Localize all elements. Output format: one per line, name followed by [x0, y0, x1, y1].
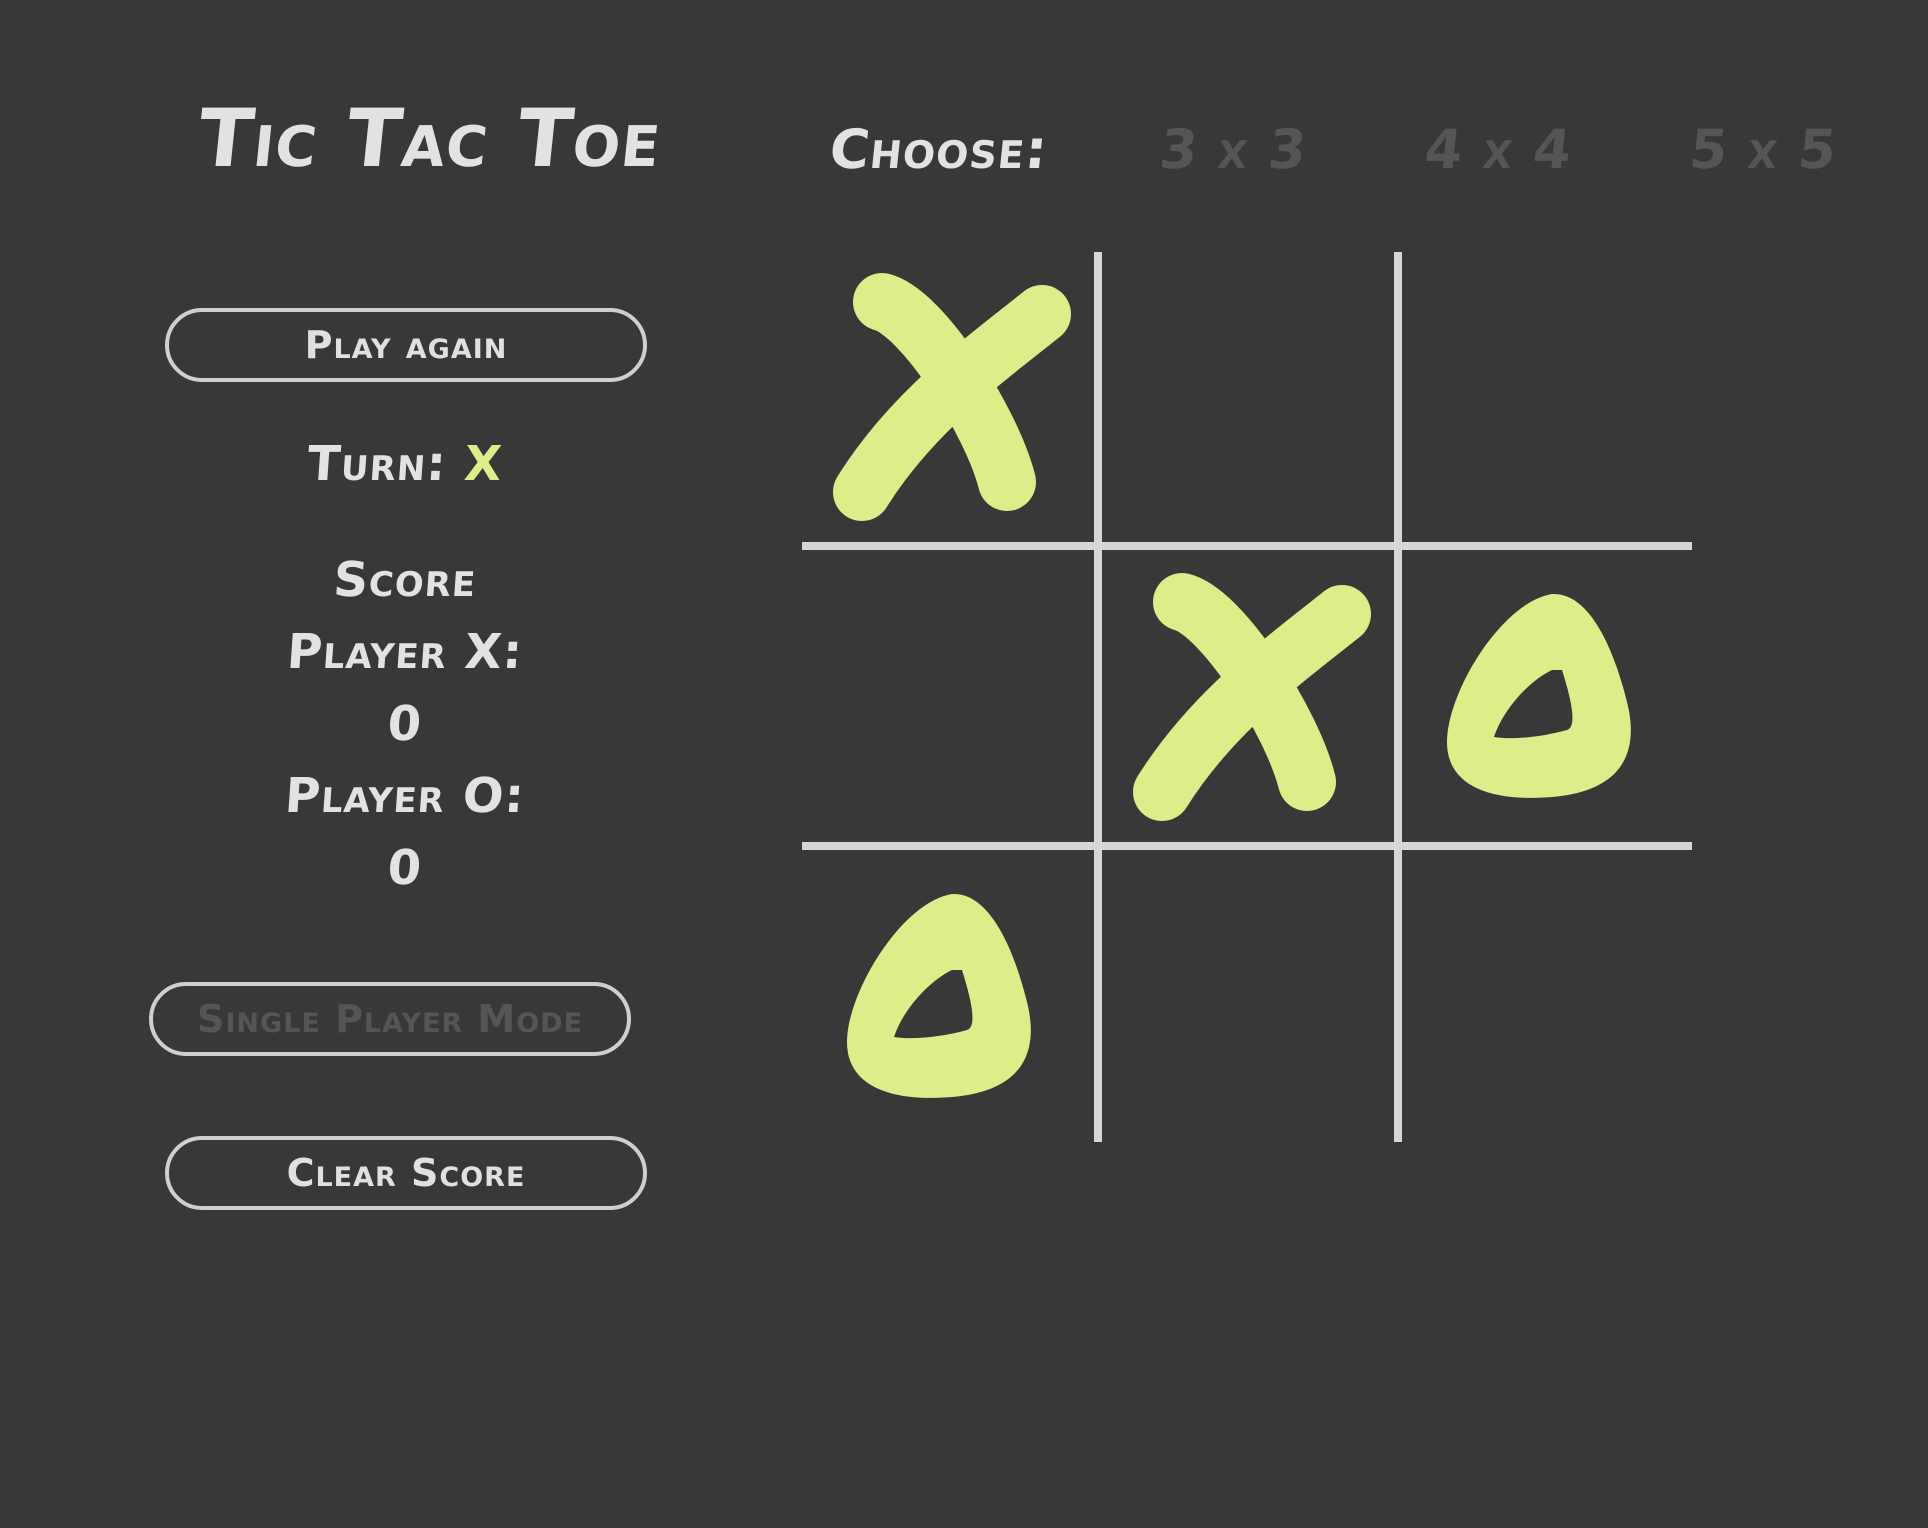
size-option-3x3[interactable]: 3 x 3	[1157, 118, 1311, 181]
o-mark-icon	[847, 893, 1031, 1098]
board-cell-1-1[interactable]	[1102, 552, 1398, 848]
player-x-label: Player X:	[285, 624, 525, 680]
board-cell-1-0[interactable]	[802, 552, 1098, 848]
player-o-label: Player O:	[283, 768, 527, 824]
player-x-score: 0	[385, 696, 425, 752]
turn-label: Turn:	[305, 436, 449, 492]
board-cell-0-2[interactable]	[1402, 252, 1698, 548]
board-cell-2-1[interactable]	[1102, 852, 1398, 1148]
x-mark-icon	[833, 273, 1071, 521]
size-option-4x4[interactable]: 4 x 4	[1422, 118, 1576, 181]
o-mark-icon	[1447, 593, 1631, 798]
x-mark-icon	[1133, 573, 1371, 821]
turn-value: X	[462, 436, 505, 492]
turn-indicator: Turn: X	[163, 436, 647, 492]
clear-score-button[interactable]: Clear Score	[165, 1136, 647, 1210]
game-board	[802, 252, 1692, 1142]
page-title: Tic Tac Toe	[193, 92, 667, 185]
board-cell-0-0[interactable]	[802, 252, 1098, 548]
player-o-score: 0	[385, 840, 425, 896]
play-again-button[interactable]: Play again	[165, 308, 647, 382]
single-player-mode-button[interactable]: Single Player Mode	[149, 982, 631, 1056]
size-option-5x5[interactable]: 5 x 5	[1687, 118, 1841, 181]
score-heading: Score	[331, 552, 479, 608]
board-cell-2-0[interactable]	[802, 852, 1098, 1148]
tic-tac-toe-app: Tic Tac Toe Choose: 3 x 3 4 x 4 5 x 5 Pl…	[0, 0, 1928, 1528]
board-cell-2-2[interactable]	[1402, 852, 1698, 1148]
board-cell-0-1[interactable]	[1102, 252, 1398, 548]
board-cell-1-2[interactable]	[1402, 552, 1698, 848]
choose-size-label: Choose:	[826, 118, 1052, 181]
